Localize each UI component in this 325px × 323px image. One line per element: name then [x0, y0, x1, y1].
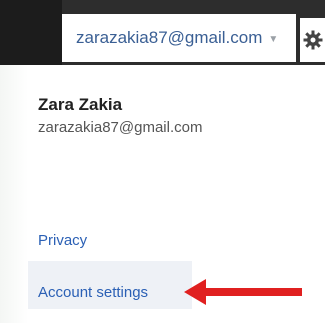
account-email-label: zarazakia87@gmail.com [76, 28, 263, 47]
account-name: Zara Zakia [38, 95, 123, 114]
account-menu-button[interactable]: zarazakia87@gmail.com ▼ [62, 14, 296, 62]
account-dropdown-panel: Zara Zakia zarazakia87@gmail.com Privacy… [0, 65, 325, 323]
panel-edge [0, 65, 28, 323]
red-arrow-icon [184, 279, 302, 305]
gear-icon[interactable] [300, 18, 325, 62]
account-email: zarazakia87@gmail.com [38, 119, 203, 136]
top-bar: zarazakia87@gmail.com ▼ [0, 0, 325, 65]
privacy-link[interactable]: Privacy [38, 232, 87, 249]
top-bar-left [0, 0, 62, 65]
chevron-down-icon: ▼ [268, 33, 279, 45]
account-settings-link[interactable]: Account settings [38, 284, 148, 301]
